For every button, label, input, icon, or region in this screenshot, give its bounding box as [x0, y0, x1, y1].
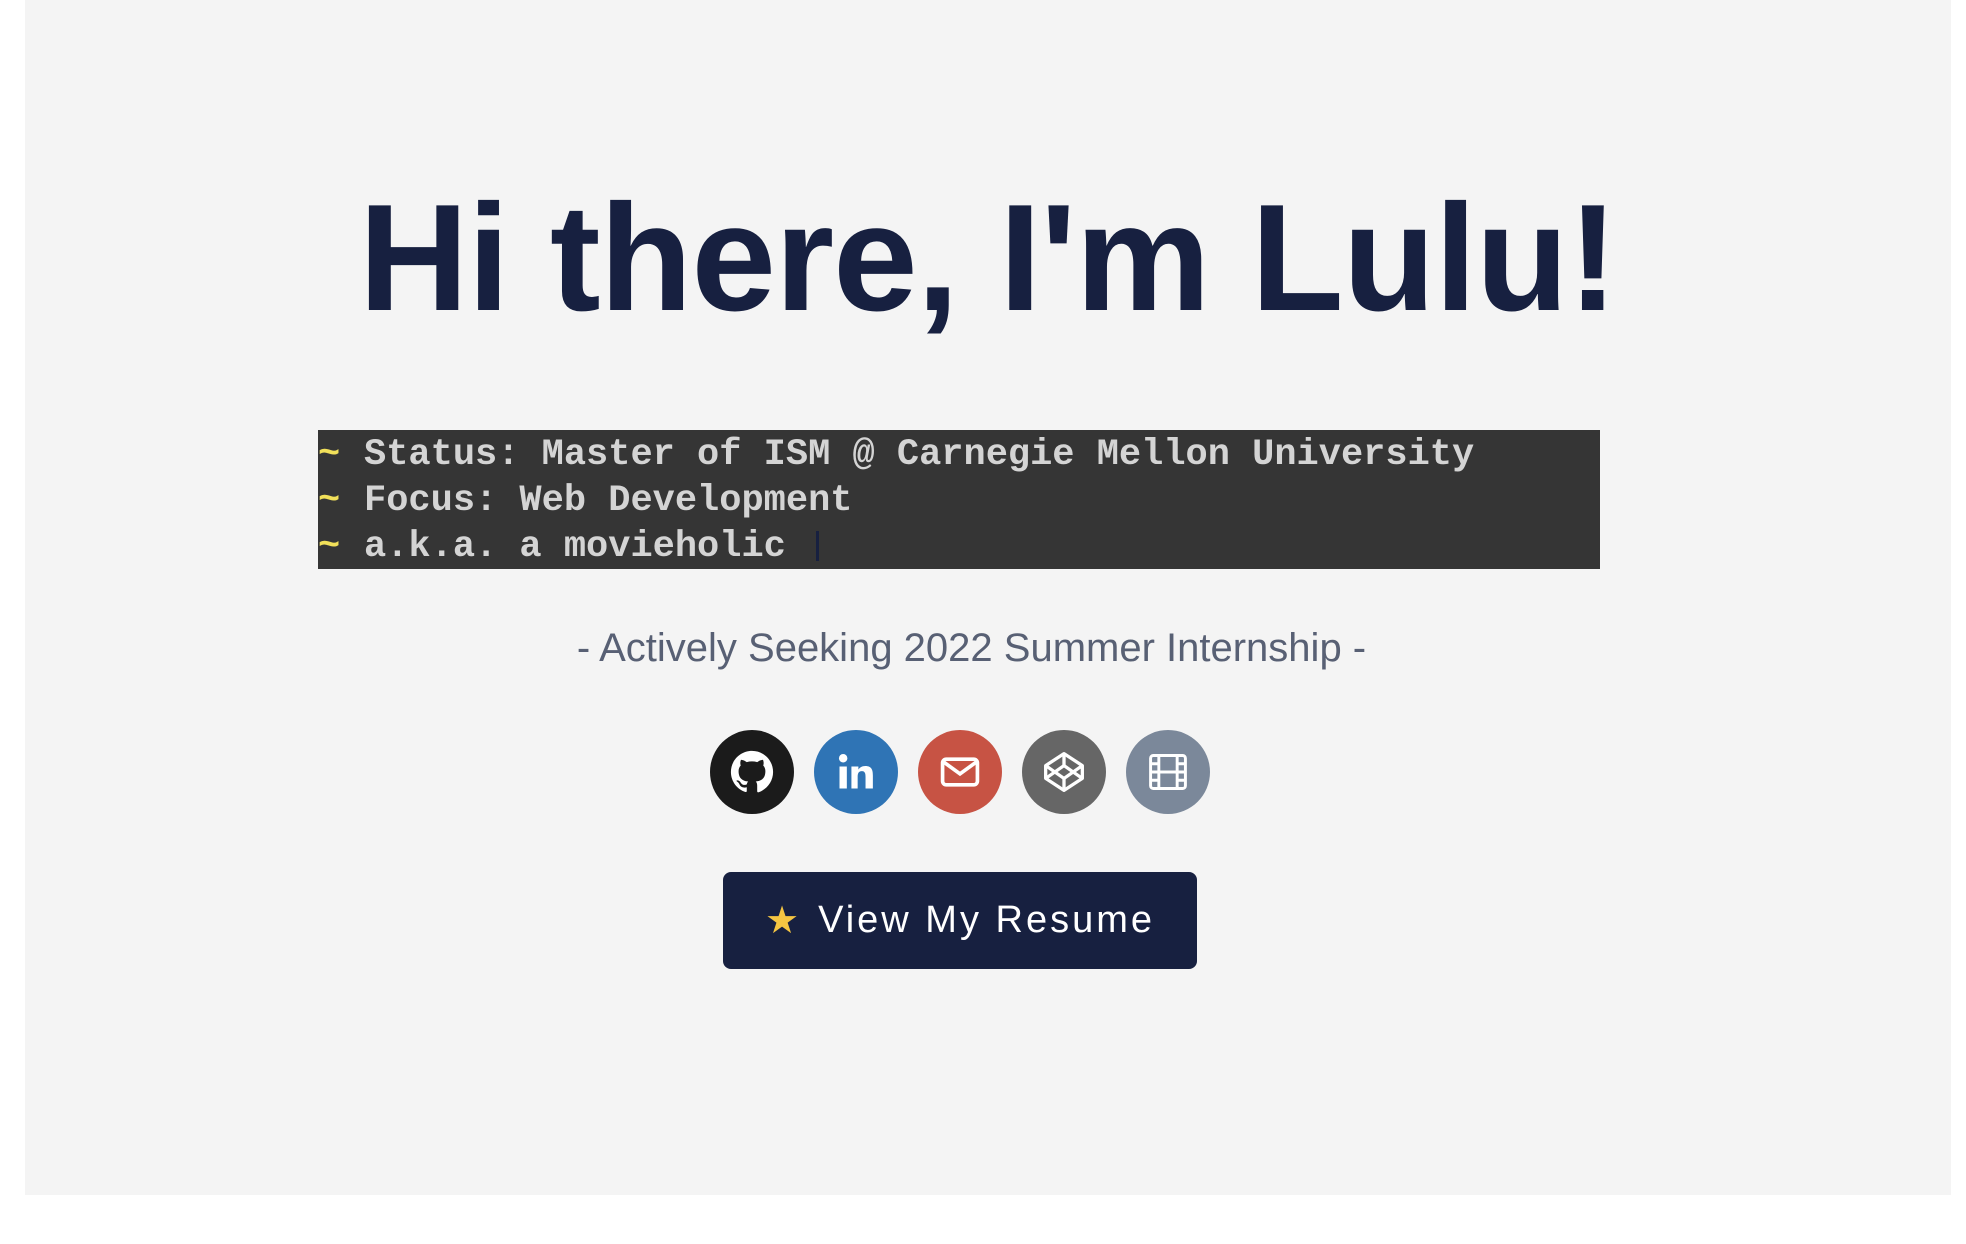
terminal-box: ~ Status: Master of ISM @ Carnegie Mellon… — [318, 430, 1600, 569]
view-resume-button[interactable]: ★ View My Resume — [723, 872, 1197, 969]
film-link[interactable] — [1126, 730, 1210, 814]
linkedin-link[interactable] — [814, 730, 898, 814]
github-icon — [730, 750, 774, 793]
terminal-text-aka: a.k.a. a movieholic — [364, 526, 786, 568]
terminal-line-aka: ~ a.k.a. a movieholic — [318, 524, 1600, 570]
internship-subtitle: - Actively Seeking 2022 Summer Internshi… — [576, 626, 1367, 670]
codepen-link[interactable] — [1022, 730, 1106, 814]
terminal-prompt: ~ — [318, 526, 341, 568]
star-icon: ★ — [764, 900, 803, 942]
terminal-prompt: ~ — [318, 480, 341, 522]
terminal-line-focus: ~ Focus: Web Development — [318, 478, 1600, 524]
page-background: Hi there, I'm Lulu! ~ Status: Master of I… — [25, 0, 1951, 1195]
linkedin-icon — [838, 754, 873, 789]
github-link[interactable] — [710, 730, 794, 814]
typing-cursor — [815, 531, 819, 562]
hero-title: Hi there, I'm Lulu! — [358, 173, 1619, 343]
view-resume-label: View My Resume — [818, 899, 1156, 941]
terminal-text-focus: Focus: Web Development — [364, 480, 853, 522]
terminal-text-status: Status: Master of ISM @ Carnegie Mellon … — [364, 434, 1475, 476]
film-icon — [1149, 754, 1187, 790]
social-links — [710, 730, 1210, 814]
terminal-prompt: ~ — [318, 434, 341, 476]
terminal-line-status: ~ Status: Master of ISM @ Carnegie Mellon… — [318, 432, 1600, 478]
email-link[interactable] — [918, 730, 1002, 814]
codepen-icon — [1044, 752, 1084, 792]
mail-icon — [940, 757, 980, 787]
